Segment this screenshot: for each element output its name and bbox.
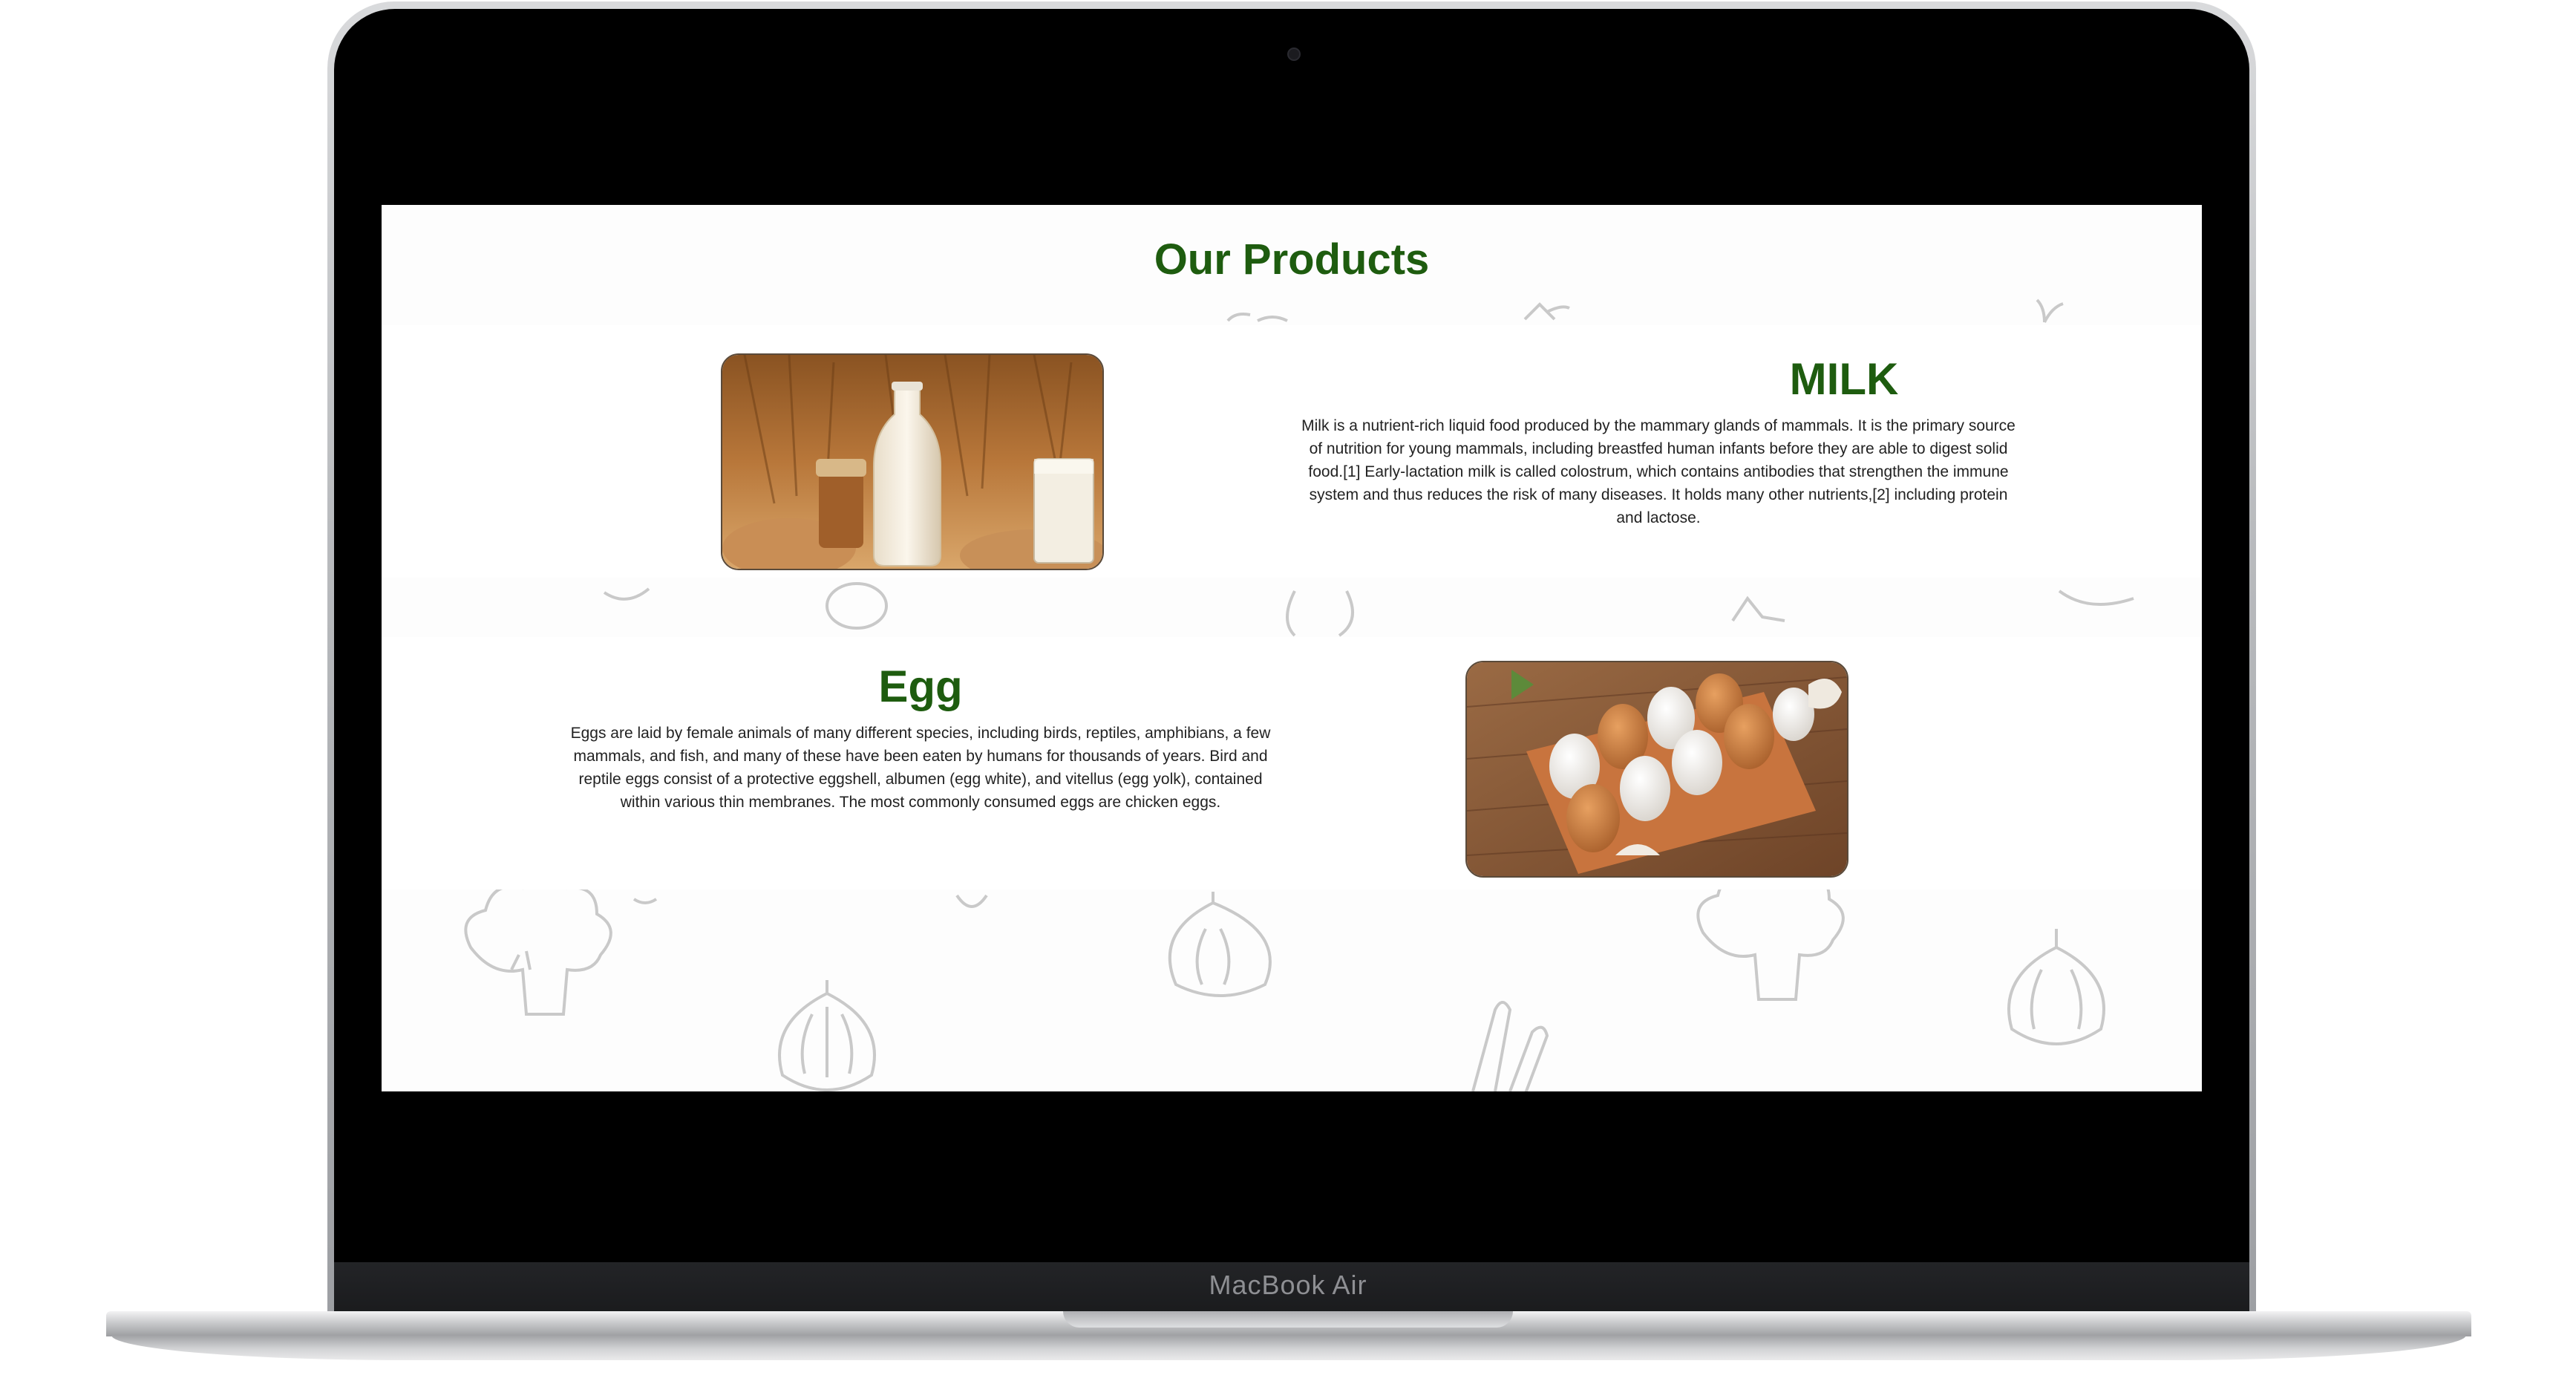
website-viewport: Our Products MILK Milk is a nutrient-ric… xyxy=(382,205,2202,1091)
onion-icon xyxy=(778,980,876,1091)
laptop-opening-notch xyxy=(1063,1311,1513,1328)
broccoli-icon xyxy=(464,875,612,1016)
section-title: Our Products xyxy=(1154,235,1430,284)
milk-bottle-image xyxy=(722,355,1102,569)
laptop-base-edge xyxy=(111,1335,2466,1360)
product-description-egg: Eggs are laid by female animals of many … xyxy=(570,725,1271,811)
device-brand-label: MacBook Air xyxy=(1209,1270,1367,1300)
product-description-milk: Milk is a nutrient-rich liquid food prod… xyxy=(1301,417,2016,526)
webcam-icon xyxy=(1287,48,1301,61)
milk-photo xyxy=(721,353,1104,570)
product-title-milk: MILK xyxy=(1789,354,1899,404)
onion-icon xyxy=(2007,929,2105,1045)
asparagus-icon xyxy=(1471,1001,1549,1091)
egg-photo xyxy=(1465,661,1848,878)
product-title-egg: Egg xyxy=(878,662,963,711)
garlic-icon xyxy=(1168,892,1272,997)
egg-carton-image xyxy=(1467,662,1847,876)
